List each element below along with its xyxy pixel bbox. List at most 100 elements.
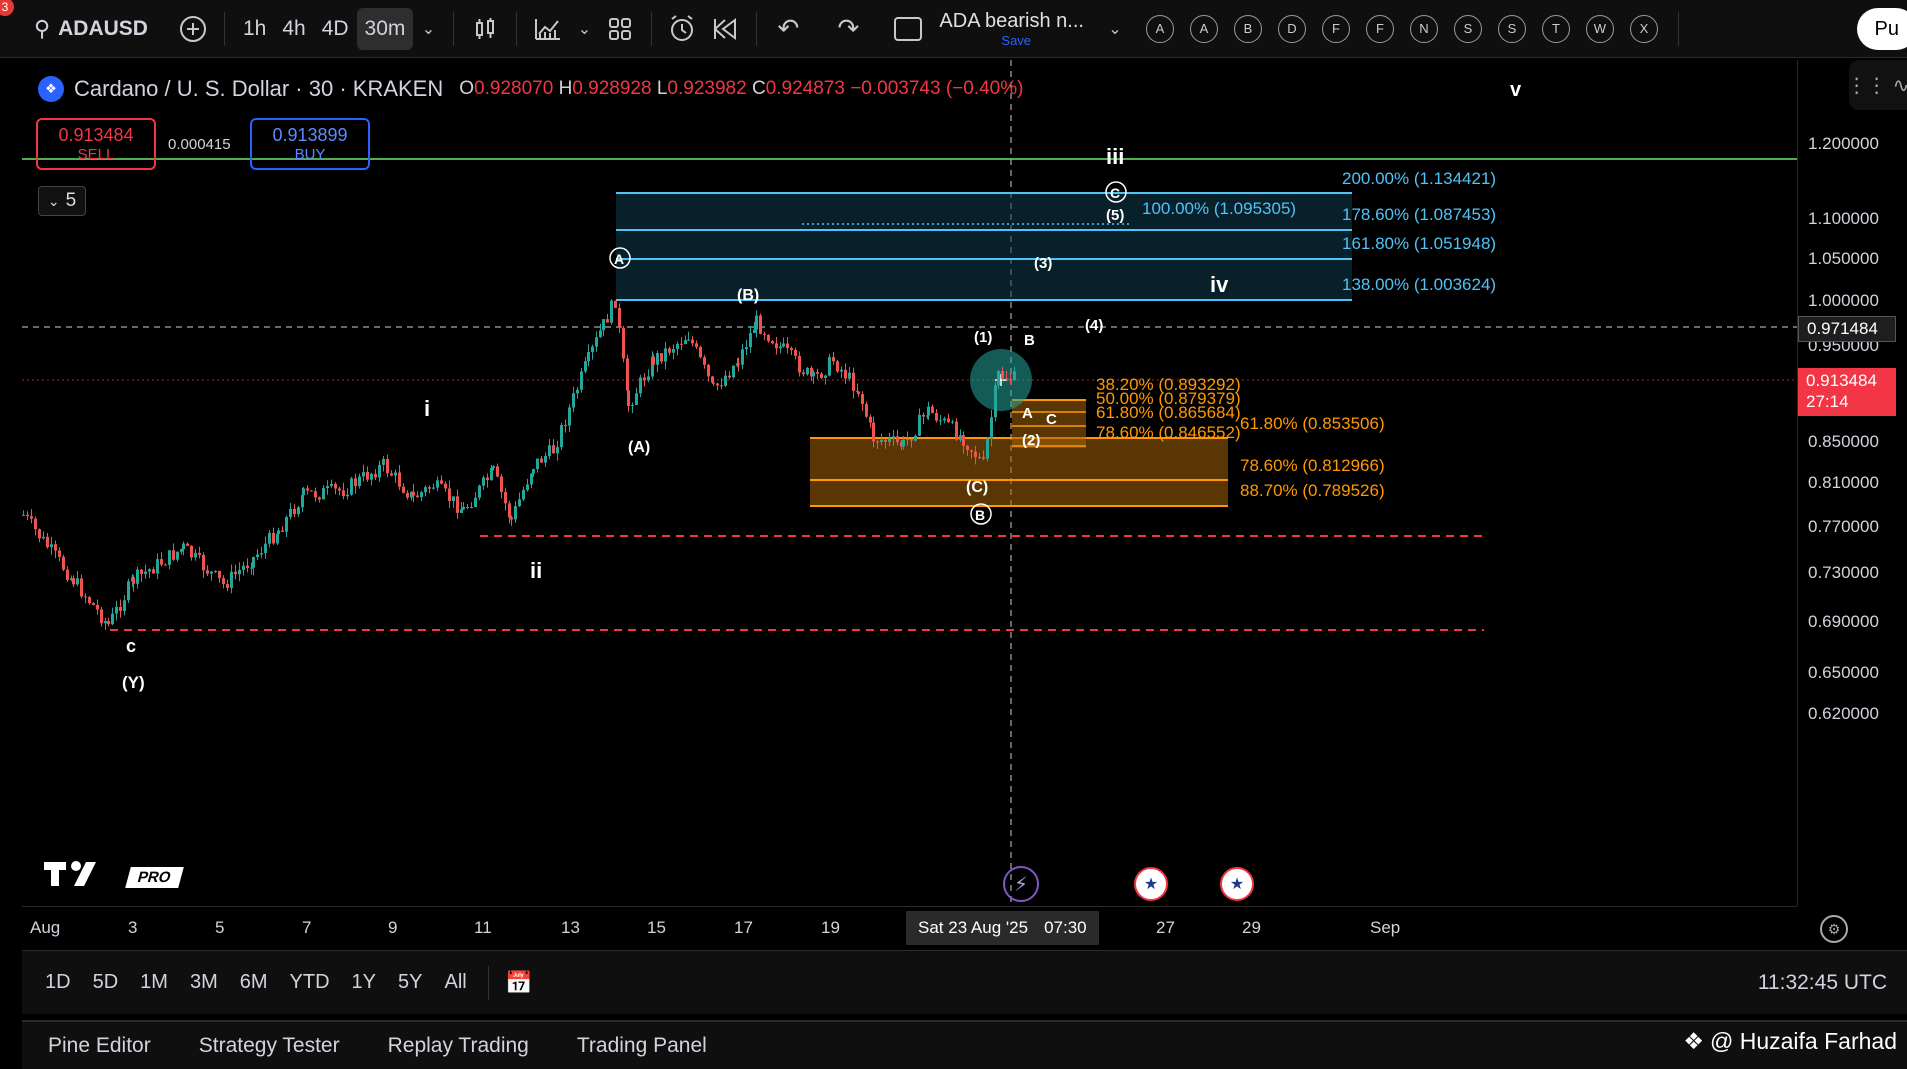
save-label[interactable]: Save [1001, 33, 1031, 48]
drawing-tag-8[interactable]: S [1497, 14, 1526, 43]
candle-body [812, 372, 815, 377]
range-button-ytd[interactable]: YTD [279, 971, 341, 994]
range-button-5y[interactable]: 5Y [387, 971, 433, 994]
tab-pine-editor[interactable]: Pine Editor [24, 1034, 175, 1058]
candle-body [222, 578, 225, 585]
indicators-collapse-button[interactable]: ⌄ 5 [38, 186, 86, 216]
candle-body [136, 569, 139, 584]
candle-body [627, 390, 630, 407]
drawing-tag-1[interactable]: A [1189, 14, 1218, 43]
candle-body [775, 343, 778, 349]
time-axis[interactable]: Sat 23 Aug '25 07:30 Aug 3 5 7 9 11 13 15 17 19 27… [22, 906, 1797, 950]
compare-add-icon[interactable] [172, 8, 214, 50]
price-tick: 1.050000 [1808, 249, 1879, 268]
candle-body [802, 372, 805, 375]
notification-badge[interactable]: 3 [0, 0, 14, 16]
timeframe-4d[interactable]: 4D [314, 8, 357, 50]
date-range-icon[interactable]: 📅 [499, 970, 539, 996]
drawing-tag-7[interactable]: S [1453, 14, 1482, 43]
layout-name[interactable]: ADA bearish n... Save [939, 10, 1084, 48]
candle-body [759, 315, 762, 334]
layout-grid-icon[interactable] [599, 8, 641, 50]
candle-body [390, 473, 393, 476]
symbol-legend[interactable]: ❖ Cardano / U. S. Dollar · 30 · KRAKEN O… [38, 76, 1023, 102]
price-chart[interactable]: i ii iii iv v c (Y) (A) (B) (C) (1) (2) … [22, 60, 1797, 906]
candle-body [794, 350, 797, 356]
candle-body [820, 373, 823, 378]
undo-icon[interactable]: ↶ [767, 8, 809, 50]
price-tick: 0.730000 [1808, 563, 1879, 582]
buy-button[interactable]: 0.913899 BUY [250, 118, 370, 170]
publish-button[interactable]: Pu [1856, 8, 1907, 50]
range-button-1m[interactable]: 1M [129, 971, 179, 994]
drawing-tag-5[interactable]: F [1365, 14, 1394, 43]
candle-body [876, 441, 879, 443]
wave-sub-b-label: B [1024, 332, 1035, 349]
utc-clock[interactable]: 11:32:45 UTC [1758, 971, 1887, 995]
chevron-down-icon[interactable]: ⌄ [569, 8, 599, 50]
tab-strategy-tester[interactable]: Strategy Tester [175, 1034, 364, 1058]
gear-icon[interactable]: ⚙ [1820, 915, 1848, 943]
drawing-tag-9[interactable]: T [1541, 14, 1570, 43]
drawing-tag-0[interactable]: A [1145, 14, 1174, 43]
alert-clock-icon[interactable] [662, 8, 704, 50]
us-flag-event-icon[interactable]: ★ [1220, 867, 1254, 901]
range-button-1y[interactable]: 1Y [341, 971, 387, 994]
candle-body [402, 486, 405, 493]
range-button-3m[interactable]: 3M [179, 971, 229, 994]
range-button-5d[interactable]: 5D [82, 971, 130, 994]
us-flag-event-icon[interactable]: ★ [1134, 867, 1168, 901]
range-button-1d[interactable]: 1D [34, 971, 82, 994]
drawing-tag-10[interactable]: W [1585, 14, 1614, 43]
candles-icon[interactable] [464, 8, 506, 50]
candle-body [80, 578, 83, 597]
redo-icon[interactable]: ↷ [827, 8, 869, 50]
candle-body [606, 319, 609, 323]
range-button-all[interactable]: All [433, 971, 477, 994]
fullscreen-icon[interactable] [887, 8, 929, 50]
drawing-tag-11[interactable]: X [1629, 14, 1658, 43]
candle-body [504, 491, 507, 504]
wave-iii-label: iii [1106, 144, 1124, 169]
drawing-tag-3[interactable]: D [1277, 14, 1306, 43]
candle-body [354, 478, 357, 487]
candle-body [470, 507, 473, 509]
candle-body [737, 363, 740, 365]
candle-body [724, 375, 727, 386]
drawing-tag-4[interactable]: F [1321, 14, 1350, 43]
candle-body [474, 497, 477, 508]
chevron-down-icon[interactable]: ⌄ [1100, 8, 1130, 50]
chevron-down-icon[interactable]: ⌄ [413, 8, 443, 50]
wave-b-circle-label: B [975, 507, 985, 523]
candle-body [394, 472, 397, 476]
symbol-search[interactable]: ⚲ ADAUSD [34, 8, 148, 50]
tab-trading-panel[interactable]: Trading Panel [553, 1034, 731, 1058]
chart-pane[interactable]: i ii iii iv v c (Y) (A) (B) (C) (1) (2) … [22, 60, 1797, 906]
candle-body [260, 553, 263, 555]
tab-replay-trading[interactable]: Replay Trading [364, 1034, 553, 1058]
candle-body [572, 393, 575, 408]
sell-button[interactable]: 0.913484 SELL [36, 118, 156, 170]
candle-body [452, 496, 455, 502]
replay-icon[interactable] [704, 8, 746, 50]
lightning-event-icon[interactable]: ⚡ [1003, 866, 1039, 902]
candle-body [647, 376, 650, 381]
price-axis[interactable]: ⋮⋮ ∿ 1.200000 1.100000 1.050000 1.000000 0.9… [1797, 60, 1907, 906]
time-tick: Sep [1370, 918, 1401, 937]
candle-body [346, 494, 349, 497]
drawing-tag-2[interactable]: B [1233, 14, 1262, 43]
indicators-icon[interactable] [527, 8, 569, 50]
timeframe-1h[interactable]: 1h [235, 8, 274, 50]
price-tick: 0.620000 [1808, 704, 1879, 723]
candle-body [656, 353, 659, 365]
axis-settings-button[interactable]: ⋮⋮ ∿ [1847, 60, 1907, 110]
layout-title: ADA bearish n... [939, 9, 1084, 32]
timeframe-30m[interactable]: 30m [356, 7, 414, 50]
timeframe-4h[interactable]: 4h [274, 8, 313, 50]
candle-body [42, 536, 45, 539]
candle-body [88, 597, 91, 604]
candle-body [172, 550, 175, 560]
range-button-6m[interactable]: 6M [229, 971, 279, 994]
candle-body [732, 365, 735, 378]
drawing-tag-6[interactable]: N [1409, 14, 1438, 43]
